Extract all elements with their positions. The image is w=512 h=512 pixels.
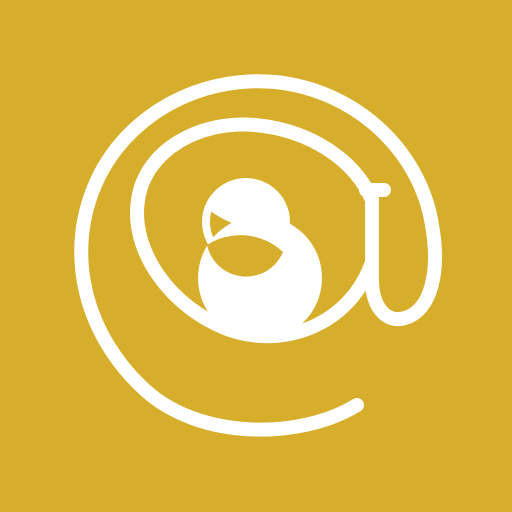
at-sign-logo-icon [0,0,512,512]
large-filled-circle [198,216,322,340]
app-icon [0,0,512,512]
